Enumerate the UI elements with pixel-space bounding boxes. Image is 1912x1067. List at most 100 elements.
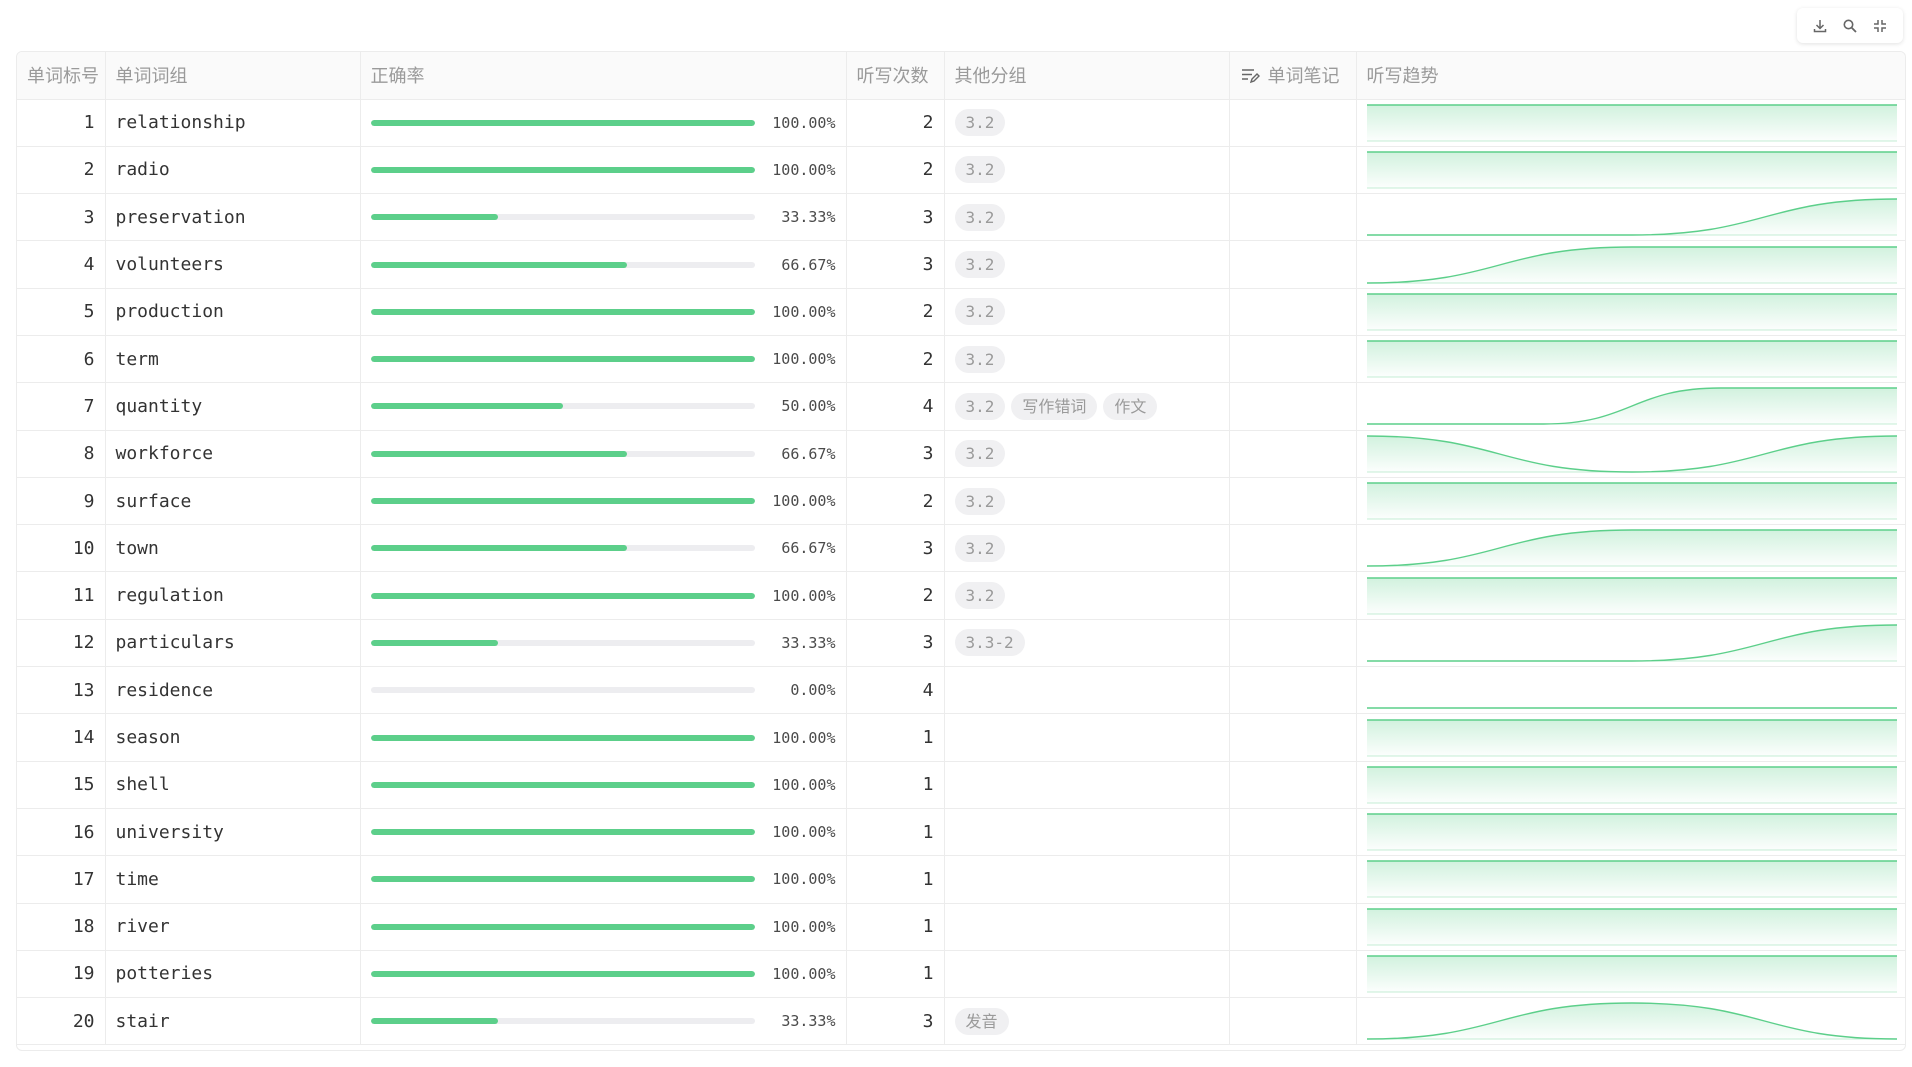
word-notes-cell[interactable] [1229, 288, 1357, 336]
trend-sparkline [1366, 907, 1897, 946]
table-row[interactable]: 18 river 100.00% 1 [17, 903, 1905, 951]
accuracy-cell: 33.33% [360, 619, 847, 668]
table-row[interactable]: 20 stair 33.33% 3 发音 [17, 997, 1905, 1046]
download-icon[interactable] [1809, 15, 1831, 37]
table-row[interactable]: 10 town 66.67% 3 3.2 [17, 524, 1905, 573]
column-header-notes[interactable]: 单词笔记 [1229, 52, 1357, 100]
word-notes-cell[interactable] [1229, 193, 1357, 242]
dictation-count: 1 [846, 903, 945, 951]
table-row[interactable]: 15 shell 100.00% 1 [17, 761, 1905, 809]
group-tag[interactable]: 3.2 [954, 534, 1006, 562]
group-tag[interactable]: 3.2 [954, 582, 1006, 610]
group-tags-cell [944, 903, 1230, 951]
accuracy-text: 50.00% [781, 397, 836, 416]
word-notes-cell[interactable] [1229, 382, 1357, 431]
word-notes-cell[interactable] [1229, 808, 1357, 857]
accuracy-bar [370, 356, 755, 363]
accuracy-bar [370, 1018, 755, 1025]
trend-cell [1356, 524, 1905, 573]
dictation-count: 2 [846, 335, 945, 384]
group-tag[interactable]: 3.2 [954, 251, 1006, 279]
word-text: quantity [105, 382, 361, 431]
word-notes-cell[interactable] [1229, 950, 1357, 999]
trend-sparkline [1366, 766, 1897, 804]
accuracy-bar [370, 261, 755, 268]
word-notes-cell[interactable] [1229, 761, 1357, 809]
group-tag[interactable]: 3.2 [954, 487, 1006, 515]
column-header-groups[interactable]: 其他分组 [944, 52, 1230, 100]
word-notes-cell[interactable] [1229, 619, 1357, 668]
accuracy-text: 66.67% [781, 255, 836, 274]
word-text: stair [105, 997, 361, 1046]
table-row[interactable]: 6 term 100.00% 2 3.2 [17, 335, 1905, 384]
word-notes-cell[interactable] [1229, 571, 1357, 620]
group-tag[interactable]: 发音 [954, 1007, 1009, 1035]
word-notes-cell[interactable] [1229, 335, 1357, 384]
table-row[interactable]: 19 potteries 100.00% 1 [17, 950, 1905, 999]
accuracy-text: 33.33% [781, 208, 836, 227]
accuracy-text: 100.00% [772, 302, 836, 321]
group-tag[interactable]: 3.2 [954, 440, 1006, 468]
table-row[interactable]: 1 relationship 100.00% 2 3.2 [17, 99, 1905, 147]
word-notes-cell[interactable] [1229, 477, 1357, 526]
group-tag[interactable]: 3.2 [954, 109, 1006, 137]
trend-area [1366, 908, 1897, 945]
table-row[interactable]: 8 workforce 66.67% 3 3.2 [17, 430, 1905, 478]
word-notes-cell[interactable] [1229, 524, 1357, 573]
word-notes-cell[interactable] [1229, 855, 1357, 904]
group-tag[interactable]: 3.2 [954, 156, 1006, 184]
column-header-id[interactable]: 单词标号 [17, 52, 106, 100]
table-row[interactable]: 17 time 100.00% 1 [17, 855, 1905, 904]
word-text: production [105, 288, 361, 336]
accuracy-cell: 100.00% [360, 761, 847, 809]
accuracy-bar-fill [370, 829, 755, 836]
word-id: 16 [17, 808, 106, 857]
collapse-icon[interactable] [1869, 15, 1891, 37]
dictation-count: 3 [846, 430, 945, 478]
word-notes-cell[interactable] [1229, 99, 1357, 147]
word-id: 14 [17, 713, 106, 762]
table-row[interactable]: 3 preservation 33.33% 3 3.2 [17, 193, 1905, 242]
word-notes-cell[interactable] [1229, 430, 1357, 478]
table-row[interactable]: 7 quantity 50.00% 4 3.2 写作错词 作文 [17, 382, 1905, 431]
word-id: 5 [17, 288, 106, 336]
trend-area [1366, 766, 1897, 803]
group-tag[interactable]: 3.2 [954, 203, 1006, 231]
group-tag[interactable]: 3.2 [954, 392, 1006, 420]
table-row[interactable]: 2 radio 100.00% 2 3.2 [17, 146, 1905, 195]
table-row[interactable]: 9 surface 100.00% 2 3.2 [17, 477, 1905, 526]
word-notes-cell[interactable] [1229, 146, 1357, 195]
word-text: town [105, 524, 361, 573]
trend-cell [1356, 335, 1905, 384]
table-row[interactable]: 4 volunteers 66.67% 3 3.2 [17, 240, 1905, 289]
table-row[interactable]: 13 residence 0.00% 4 [17, 666, 1905, 715]
table-row[interactable]: 12 particulars 33.33% 3 3.3-2 [17, 619, 1905, 668]
column-header-trend[interactable]: 听写趋势 [1356, 52, 1905, 100]
word-notes-cell[interactable] [1229, 903, 1357, 951]
group-tag[interactable]: 3.3-2 [954, 629, 1025, 657]
group-tag[interactable]: 3.2 [954, 345, 1006, 373]
accuracy-cell: 100.00% [360, 903, 847, 951]
group-tag[interactable]: 作文 [1103, 392, 1158, 420]
table-row[interactable]: 16 university 100.00% 1 [17, 808, 1905, 857]
word-notes-cell[interactable] [1229, 713, 1357, 762]
table-row[interactable]: 11 regulation 100.00% 2 3.2 [17, 571, 1905, 620]
column-header-word[interactable]: 单词词组 [105, 52, 361, 100]
column-header-count[interactable]: 听写次数 [846, 52, 945, 100]
table-row[interactable]: 5 production 100.00% 2 3.2 [17, 288, 1905, 336]
word-notes-cell[interactable] [1229, 240, 1357, 289]
dictation-count: 1 [846, 808, 945, 857]
group-tag[interactable]: 3.2 [954, 298, 1006, 326]
word-notes-cell[interactable] [1229, 997, 1357, 1046]
table-row[interactable]: 14 season 100.00% 1 [17, 713, 1905, 762]
word-notes-cell[interactable] [1229, 666, 1357, 715]
accuracy-cell: 66.67% [360, 524, 847, 573]
accuracy-bar [370, 592, 755, 599]
accuracy-cell: 100.00% [360, 950, 847, 999]
column-header-rate[interactable]: 正确率 [360, 52, 847, 100]
group-tag[interactable]: 写作错词 [1011, 392, 1098, 420]
accuracy-text: 100.00% [772, 823, 836, 842]
word-text: term [105, 335, 361, 384]
dictation-count: 3 [846, 240, 945, 289]
search-icon[interactable] [1839, 15, 1861, 37]
